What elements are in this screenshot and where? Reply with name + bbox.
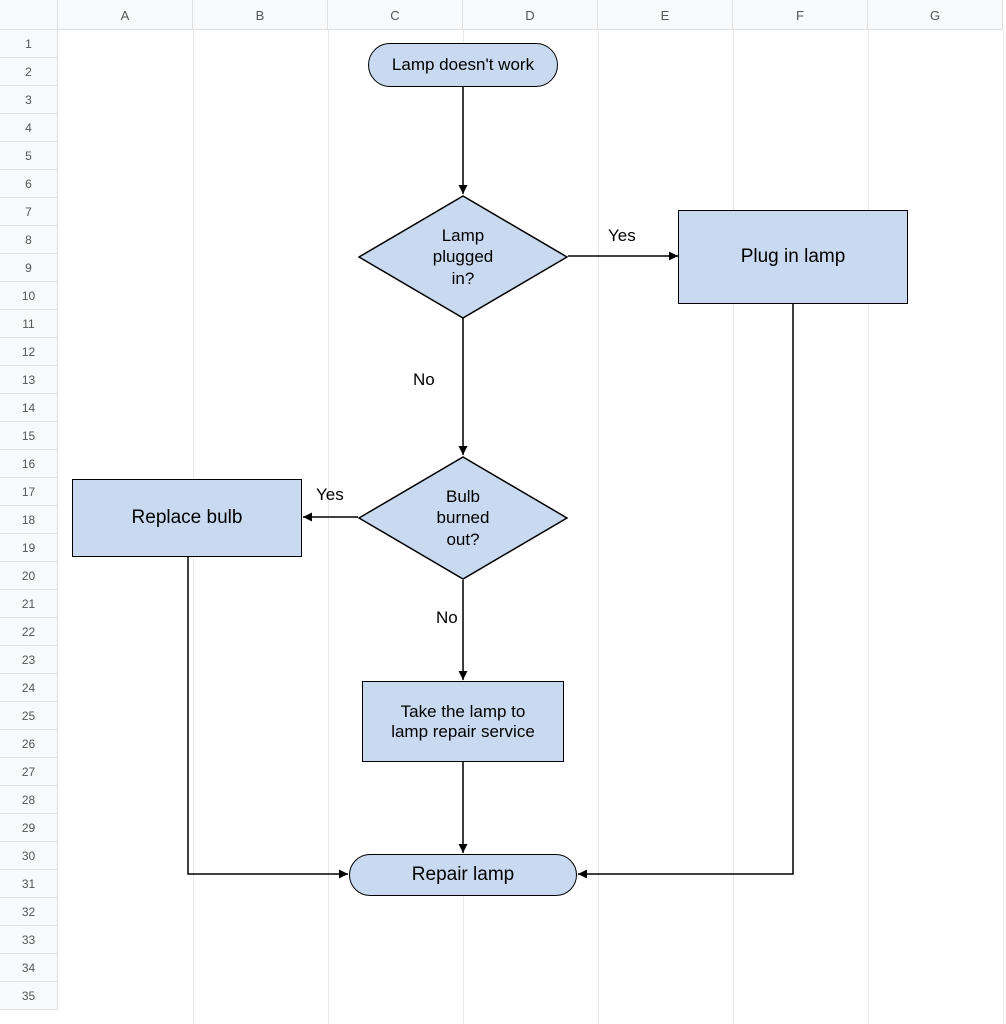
flowchart[interactable]: Lamp doesn't work Lamp plugged in? Yes N… bbox=[58, 30, 1006, 1024]
row-header-5[interactable]: 5 bbox=[0, 142, 57, 170]
node-end[interactable]: Repair lamp bbox=[349, 854, 577, 896]
row-header-15[interactable]: 15 bbox=[0, 422, 57, 450]
row-header-31[interactable]: 31 bbox=[0, 870, 57, 898]
row-header-9[interactable]: 9 bbox=[0, 254, 57, 282]
row-header-22[interactable]: 22 bbox=[0, 618, 57, 646]
row-header-27[interactable]: 27 bbox=[0, 758, 57, 786]
row-header-25[interactable]: 25 bbox=[0, 702, 57, 730]
row-header-17[interactable]: 17 bbox=[0, 478, 57, 506]
row-header-18[interactable]: 18 bbox=[0, 506, 57, 534]
node-start-label: Lamp doesn't work bbox=[392, 55, 534, 75]
col-header-c[interactable]: C bbox=[328, 0, 463, 30]
edge-label-d1-no: No bbox=[413, 370, 435, 390]
row-headers: 1234567891011121314151617181920212223242… bbox=[0, 30, 58, 1010]
row-header-3[interactable]: 3 bbox=[0, 86, 57, 114]
col-header-b[interactable]: B bbox=[193, 0, 328, 30]
node-decision-bulb-burned[interactable]: Bulb burned out? bbox=[358, 456, 568, 580]
row-header-16[interactable]: 16 bbox=[0, 450, 57, 478]
row-header-4[interactable]: 4 bbox=[0, 114, 57, 142]
row-header-19[interactable]: 19 bbox=[0, 534, 57, 562]
row-header-20[interactable]: 20 bbox=[0, 562, 57, 590]
node-replace-bulb[interactable]: Replace bulb bbox=[72, 479, 302, 557]
node-decision-plugged-in[interactable]: Lamp plugged in? bbox=[358, 195, 568, 319]
row-header-26[interactable]: 26 bbox=[0, 730, 57, 758]
col-header-f[interactable]: F bbox=[733, 0, 868, 30]
edge-label-d2-yes: Yes bbox=[316, 485, 344, 505]
edge-label-d2-no: No bbox=[436, 608, 458, 628]
row-header-11[interactable]: 11 bbox=[0, 310, 57, 338]
node-plug-in-lamp-label: Plug in lamp bbox=[741, 246, 846, 268]
col-header-g[interactable]: G bbox=[868, 0, 1003, 30]
col-header-a[interactable]: A bbox=[58, 0, 193, 30]
row-header-8[interactable]: 8 bbox=[0, 226, 57, 254]
row-header-23[interactable]: 23 bbox=[0, 646, 57, 674]
row-header-30[interactable]: 30 bbox=[0, 842, 57, 870]
row-header-29[interactable]: 29 bbox=[0, 814, 57, 842]
col-header-e[interactable]: E bbox=[598, 0, 733, 30]
row-header-10[interactable]: 10 bbox=[0, 282, 57, 310]
row-header-6[interactable]: 6 bbox=[0, 170, 57, 198]
row-header-34[interactable]: 34 bbox=[0, 954, 57, 982]
node-take-to-repair-label: Take the lamp to lamp repair service bbox=[391, 702, 535, 742]
row-header-12[interactable]: 12 bbox=[0, 338, 57, 366]
row-header-14[interactable]: 14 bbox=[0, 394, 57, 422]
node-end-label: Repair lamp bbox=[412, 864, 514, 886]
row-header-13[interactable]: 13 bbox=[0, 366, 57, 394]
node-replace-bulb-label: Replace bulb bbox=[132, 507, 243, 529]
row-header-28[interactable]: 28 bbox=[0, 786, 57, 814]
row-header-32[interactable]: 32 bbox=[0, 898, 57, 926]
row-header-21[interactable]: 21 bbox=[0, 590, 57, 618]
column-headers: A B C D E F G bbox=[58, 0, 1003, 30]
row-header-33[interactable]: 33 bbox=[0, 926, 57, 954]
col-header-d[interactable]: D bbox=[463, 0, 598, 30]
node-plug-in-lamp[interactable]: Plug in lamp bbox=[678, 210, 908, 304]
node-start[interactable]: Lamp doesn't work bbox=[368, 43, 558, 87]
select-all-corner[interactable] bbox=[0, 0, 58, 30]
row-header-2[interactable]: 2 bbox=[0, 58, 57, 86]
node-take-to-repair[interactable]: Take the lamp to lamp repair service bbox=[362, 681, 564, 762]
row-header-35[interactable]: 35 bbox=[0, 982, 57, 1010]
row-header-1[interactable]: 1 bbox=[0, 30, 57, 58]
row-header-24[interactable]: 24 bbox=[0, 674, 57, 702]
edge-label-d1-yes: Yes bbox=[608, 226, 636, 246]
node-decision-plugged-in-label: Lamp plugged in? bbox=[358, 195, 568, 319]
row-header-7[interactable]: 7 bbox=[0, 198, 57, 226]
node-decision-bulb-burned-label: Bulb burned out? bbox=[358, 456, 568, 580]
